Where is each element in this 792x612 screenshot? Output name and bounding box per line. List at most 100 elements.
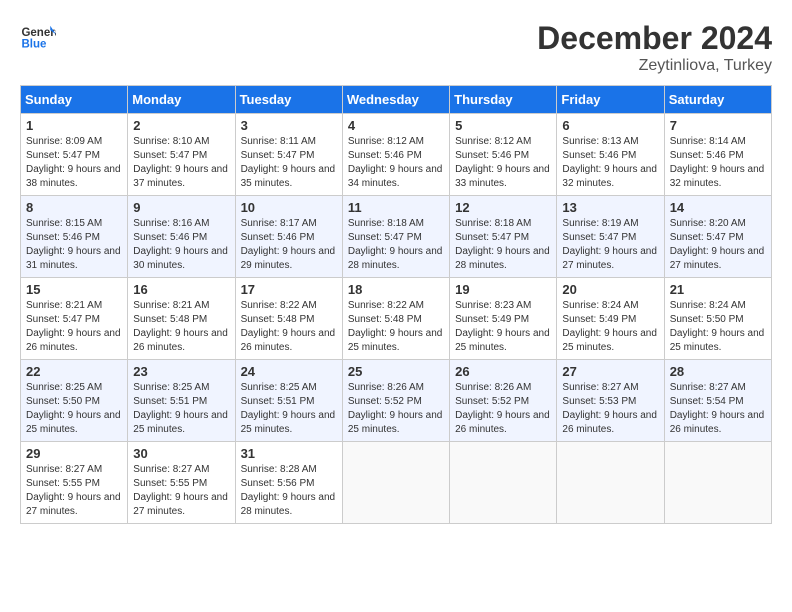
table-row: 7Sunrise: 8:14 AMSunset: 5:46 PMDaylight… xyxy=(664,114,771,196)
table-row: 31Sunrise: 8:28 AMSunset: 5:56 PMDayligh… xyxy=(235,442,342,524)
table-row: 18 Sunrise: 8:22 AMSunset: 5:48 PMDayligh… xyxy=(342,278,449,360)
cell-details: Sunrise: 8:17 AMSunset: 5:46 PMDaylight:… xyxy=(241,217,337,273)
table-row: 14 Sunrise: 8:20 AMSunset: 5:47 PMDayligh… xyxy=(664,196,771,278)
table-row: 6 Sunrise: 8:13 AMSunset: 5:46 PMDaylight… xyxy=(557,114,664,196)
table-row: 24 Sunrise: 8:25 AMSunset: 5:51 PMDayligh… xyxy=(235,360,342,442)
table-row: 11Sunrise: 8:18 AMSunset: 5:47 PMDayligh… xyxy=(342,196,449,278)
day-number: 24 xyxy=(241,364,337,379)
table-row: 17Sunrise: 8:22 AMSunset: 5:48 PMDayligh… xyxy=(235,278,342,360)
cell-details: Sunrise: 8:18 AMSunset: 5:47 PMDaylight:… xyxy=(348,217,444,273)
table-row: 3 Sunrise: 8:11 AMSunset: 5:47 PMDaylight… xyxy=(235,114,342,196)
cell-details: Sunrise: 8:12 AMSunset: 5:46 PMDaylight:… xyxy=(348,135,444,191)
cell-details: Sunrise: 8:15 AMSunset: 5:46 PMDaylight:… xyxy=(26,217,122,273)
calendar-table: Sunday Monday Tuesday Wednesday Thursday… xyxy=(20,85,772,524)
cell-details: Sunrise: 8:22 AMSunset: 5:48 PMDaylight:… xyxy=(241,299,337,355)
day-number: 18 xyxy=(348,282,444,297)
calendar-row: 1 Sunrise: 8:09 AMSunset: 5:47 PMDaylight… xyxy=(21,114,772,196)
cell-details: Sunrise: 8:28 AMSunset: 5:56 PMDaylight:… xyxy=(241,463,337,519)
table-row: 13 Sunrise: 8:19 AMSunset: 5:47 PMDayligh… xyxy=(557,196,664,278)
cell-details: Sunrise: 8:27 AMSunset: 5:53 PMDaylight:… xyxy=(562,381,658,437)
cell-details: Sunrise: 8:27 AMSunset: 5:55 PMDaylight:… xyxy=(26,463,122,519)
svg-text:Blue: Blue xyxy=(21,38,47,50)
day-number: 29 xyxy=(26,446,122,461)
calendar-row: 15Sunrise: 8:21 AMSunset: 5:47 PMDayligh… xyxy=(21,278,772,360)
table-row: 15Sunrise: 8:21 AMSunset: 5:47 PMDayligh… xyxy=(21,278,128,360)
day-number: 30 xyxy=(133,446,229,461)
month-year: December 2024 xyxy=(537,20,772,57)
table-row: 1 Sunrise: 8:09 AMSunset: 5:47 PMDaylight… xyxy=(21,114,128,196)
table-row xyxy=(557,442,664,524)
location: Zeytinliova, Turkey xyxy=(537,57,772,75)
day-number: 21 xyxy=(670,282,766,297)
day-number: 27 xyxy=(562,364,658,379)
table-row: 21 Sunrise: 8:24 AMSunset: 5:50 PMDayligh… xyxy=(664,278,771,360)
col-tuesday: Tuesday xyxy=(235,86,342,114)
cell-details: Sunrise: 8:19 AMSunset: 5:47 PMDaylight:… xyxy=(562,217,658,273)
cell-details: Sunrise: 8:26 AMSunset: 5:52 PMDaylight:… xyxy=(455,381,551,437)
cell-details: Sunrise: 8:25 AMSunset: 5:51 PMDaylight:… xyxy=(241,381,337,437)
table-row: 23Sunrise: 8:25 AMSunset: 5:51 PMDayligh… xyxy=(128,360,235,442)
table-row xyxy=(450,442,557,524)
table-row: 26Sunrise: 8:26 AMSunset: 5:52 PMDayligh… xyxy=(450,360,557,442)
title-block: December 2024 Zeytinliova, Turkey xyxy=(537,20,772,75)
day-number: 5 xyxy=(455,118,551,133)
cell-details: Sunrise: 8:25 AMSunset: 5:50 PMDaylight:… xyxy=(26,381,122,437)
table-row: 19 Sunrise: 8:23 AMSunset: 5:49 PMDayligh… xyxy=(450,278,557,360)
col-thursday: Thursday xyxy=(450,86,557,114)
cell-details: Sunrise: 8:22 AMSunset: 5:48 PMDaylight:… xyxy=(348,299,444,355)
day-number: 19 xyxy=(455,282,551,297)
page-header: General Blue December 2024 Zeytinliova, … xyxy=(20,20,772,75)
cell-details: Sunrise: 8:24 AMSunset: 5:49 PMDaylight:… xyxy=(562,299,658,355)
table-row: 28 Sunrise: 8:27 AMSunset: 5:54 PMDayligh… xyxy=(664,360,771,442)
cell-details: Sunrise: 8:21 AMSunset: 5:48 PMDaylight:… xyxy=(133,299,229,355)
logo-icon: General Blue xyxy=(20,20,56,56)
day-number: 10 xyxy=(241,200,337,215)
col-saturday: Saturday xyxy=(664,86,771,114)
page-container: General Blue December 2024 Zeytinliova, … xyxy=(20,20,772,524)
day-number: 4 xyxy=(348,118,444,133)
day-number: 7 xyxy=(670,118,766,133)
day-number: 9 xyxy=(133,200,229,215)
calendar-row: 22Sunrise: 8:25 AMSunset: 5:50 PMDayligh… xyxy=(21,360,772,442)
cell-details: Sunrise: 8:12 AMSunset: 5:46 PMDaylight:… xyxy=(455,135,551,191)
table-row: 22Sunrise: 8:25 AMSunset: 5:50 PMDayligh… xyxy=(21,360,128,442)
table-row: 9 Sunrise: 8:16 AMSunset: 5:46 PMDaylight… xyxy=(128,196,235,278)
col-sunday: Sunday xyxy=(21,86,128,114)
cell-details: Sunrise: 8:26 AMSunset: 5:52 PMDaylight:… xyxy=(348,381,444,437)
calendar-header-row: Sunday Monday Tuesday Wednesday Thursday… xyxy=(21,86,772,114)
day-number: 14 xyxy=(670,200,766,215)
table-row: 25 Sunrise: 8:26 AMSunset: 5:52 PMDayligh… xyxy=(342,360,449,442)
table-row: 2Sunrise: 8:10 AMSunset: 5:47 PMDaylight… xyxy=(128,114,235,196)
table-row xyxy=(342,442,449,524)
cell-details: Sunrise: 8:09 AMSunset: 5:47 PMDaylight:… xyxy=(26,135,122,191)
day-number: 16 xyxy=(133,282,229,297)
day-number: 1 xyxy=(26,118,122,133)
calendar-row: 29 Sunrise: 8:27 AMSunset: 5:55 PMDayligh… xyxy=(21,442,772,524)
day-number: 28 xyxy=(670,364,766,379)
table-row: 29 Sunrise: 8:27 AMSunset: 5:55 PMDayligh… xyxy=(21,442,128,524)
table-row: 27 Sunrise: 8:27 AMSunset: 5:53 PMDayligh… xyxy=(557,360,664,442)
cell-details: Sunrise: 8:23 AMSunset: 5:49 PMDaylight:… xyxy=(455,299,551,355)
cell-details: Sunrise: 8:20 AMSunset: 5:47 PMDaylight:… xyxy=(670,217,766,273)
cell-details: Sunrise: 8:16 AMSunset: 5:46 PMDaylight:… xyxy=(133,217,229,273)
day-number: 2 xyxy=(133,118,229,133)
table-row: 5 Sunrise: 8:12 AMSunset: 5:46 PMDaylight… xyxy=(450,114,557,196)
cell-details: Sunrise: 8:27 AMSunset: 5:55 PMDaylight:… xyxy=(133,463,229,519)
cell-details: Sunrise: 8:24 AMSunset: 5:50 PMDaylight:… xyxy=(670,299,766,355)
day-number: 13 xyxy=(562,200,658,215)
day-number: 25 xyxy=(348,364,444,379)
cell-details: Sunrise: 8:11 AMSunset: 5:47 PMDaylight:… xyxy=(241,135,337,191)
day-number: 6 xyxy=(562,118,658,133)
col-friday: Friday xyxy=(557,86,664,114)
table-row xyxy=(664,442,771,524)
col-wednesday: Wednesday xyxy=(342,86,449,114)
cell-details: Sunrise: 8:21 AMSunset: 5:47 PMDaylight:… xyxy=(26,299,122,355)
calendar-row: 8Sunrise: 8:15 AMSunset: 5:46 PMDaylight… xyxy=(21,196,772,278)
table-row: 8Sunrise: 8:15 AMSunset: 5:46 PMDaylight… xyxy=(21,196,128,278)
table-row: 30 Sunrise: 8:27 AMSunset: 5:55 PMDayligh… xyxy=(128,442,235,524)
day-number: 3 xyxy=(241,118,337,133)
cell-details: Sunrise: 8:13 AMSunset: 5:46 PMDaylight:… xyxy=(562,135,658,191)
cell-details: Sunrise: 8:27 AMSunset: 5:54 PMDaylight:… xyxy=(670,381,766,437)
table-row: 16 Sunrise: 8:21 AMSunset: 5:48 PMDayligh… xyxy=(128,278,235,360)
logo: General Blue xyxy=(20,20,56,56)
